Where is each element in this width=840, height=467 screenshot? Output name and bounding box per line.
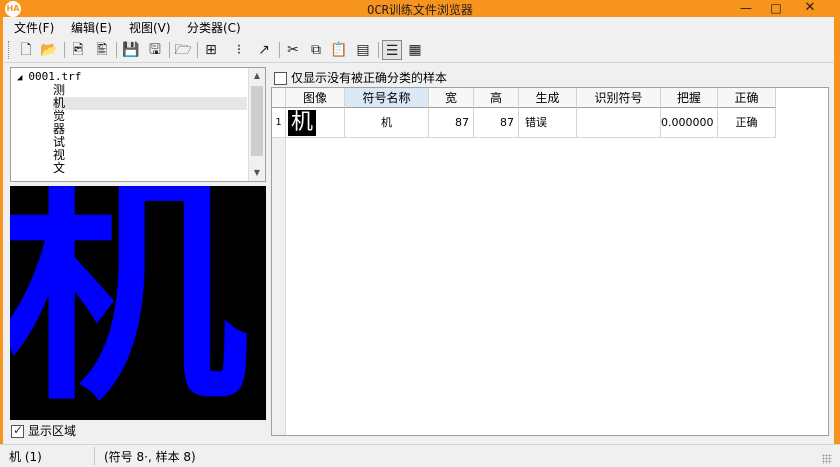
column-header[interactable]: 宽 bbox=[429, 88, 474, 108]
grid-view-icon[interactable]: ▦ bbox=[405, 40, 425, 60]
menu-file[interactable]: 文件(F) bbox=[14, 19, 54, 36]
recognized-cell[interactable] bbox=[577, 108, 661, 138]
column-header-selected[interactable]: 符号名称 bbox=[345, 88, 429, 108]
confidence-cell[interactable]: 0.000000 bbox=[661, 108, 718, 138]
toolbar-separator bbox=[279, 42, 280, 58]
character-preview: 机 bbox=[10, 186, 266, 420]
open-folder-icon[interactable]: 📂 bbox=[39, 40, 59, 60]
image-file-icon[interactable]: 🖻 bbox=[68, 40, 88, 60]
menu-edit[interactable]: 编辑(E) bbox=[71, 19, 112, 36]
add-item-icon[interactable]: ⊞ bbox=[201, 40, 221, 60]
row-header-area bbox=[272, 138, 286, 435]
menu-classifier[interactable]: 分类器(C) bbox=[187, 19, 241, 36]
resize-grip-icon[interactable] bbox=[822, 454, 832, 464]
row-header[interactable]: 1 bbox=[272, 108, 286, 138]
column-header[interactable]: 图像 bbox=[286, 88, 345, 108]
toolbar-separator bbox=[169, 42, 170, 58]
scroll-up-icon[interactable]: ▲ bbox=[249, 68, 265, 84]
folder-open-icon[interactable]: 🗁 bbox=[173, 40, 193, 60]
status-separator bbox=[94, 447, 95, 465]
menu-bar: 文件(F) 编辑(E) 视图(V) 分类器(C) bbox=[4, 17, 834, 37]
status-bar: 机 (1) (符号 8·, 样本 8) bbox=[0, 444, 840, 467]
tree-root-node[interactable]: ◢ 0001.trf bbox=[17, 70, 81, 83]
checkbox-icon[interactable] bbox=[274, 72, 287, 85]
collapse-arrow-icon[interactable]: ◢ bbox=[17, 73, 22, 83]
copy-icon[interactable]: ⧉ bbox=[306, 40, 326, 60]
abc-icon[interactable]: ⁝ bbox=[229, 40, 249, 60]
status-counts: (符号 8·, 样本 8) bbox=[104, 450, 196, 464]
toolbar-separator bbox=[197, 42, 198, 58]
connect-icon[interactable]: ↗ bbox=[254, 40, 274, 60]
filter-label: 仅显示没有被正确分类的样本 bbox=[291, 71, 448, 85]
height-cell[interactable]: 87 bbox=[474, 108, 519, 138]
column-header[interactable]: 生成 bbox=[519, 88, 577, 108]
maximize-button[interactable]: □ bbox=[765, 0, 787, 17]
window-title: OCR训练文件浏览器 bbox=[367, 3, 473, 17]
minimize-button[interactable]: — bbox=[735, 0, 757, 17]
toolbar: 🗋 📂 🖻 🖺 💾 🖫 🗁 ⊞ ⁝ ↗ ✂ ⧉ 📋 ▤ ☰ ▦ bbox=[4, 37, 834, 63]
toolbar-grip[interactable] bbox=[8, 41, 11, 59]
window-border-right bbox=[834, 17, 840, 444]
column-header[interactable]: 把握 bbox=[661, 88, 718, 108]
cut-icon[interactable]: ✂ bbox=[283, 40, 303, 60]
correct-cell[interactable]: 正确 bbox=[718, 108, 776, 138]
menu-view[interactable]: 视图(V) bbox=[129, 19, 171, 36]
close-button[interactable]: ✕ bbox=[790, 0, 830, 17]
column-header[interactable]: 识别符号 bbox=[577, 88, 661, 108]
column-header[interactable]: 高 bbox=[474, 88, 519, 108]
column-header[interactable]: 正确 bbox=[718, 88, 776, 108]
checkbox-icon[interactable] bbox=[11, 423, 24, 438]
filter-checkbox[interactable]: 仅显示没有被正确分类的样本 bbox=[274, 69, 447, 86]
window-border-left bbox=[0, 17, 3, 444]
preview-glyph: 机 bbox=[10, 186, 248, 420]
tree-root-label: 0001.trf bbox=[28, 70, 82, 83]
list-view-icon[interactable]: ☰ bbox=[382, 40, 402, 60]
save-icon[interactable]: 💾 bbox=[121, 40, 141, 60]
title-bar: HA OCR训练文件浏览器 — □ ✕ bbox=[0, 0, 840, 17]
tree-item-selected[interactable]: 机 bbox=[53, 97, 247, 110]
symbol-cell[interactable]: 机 bbox=[345, 108, 429, 138]
toolbar-separator bbox=[116, 42, 117, 58]
scroll-down-icon[interactable]: ▼ bbox=[249, 165, 265, 181]
properties-icon[interactable]: ▤ bbox=[353, 40, 373, 60]
image-cell[interactable]: 机 bbox=[286, 108, 345, 138]
new-file-icon[interactable]: 🗋 bbox=[16, 40, 36, 60]
scroll-thumb[interactable] bbox=[251, 86, 263, 156]
paste-icon[interactable]: 📋 bbox=[329, 40, 349, 60]
sample-table: 图像 符号名称 宽 高 生成 识别符号 把握 正确 1 机 机 87 87 错误… bbox=[271, 87, 829, 436]
show-region-checkbox[interactable]: 显示区域 bbox=[11, 422, 76, 438]
image-edit-icon[interactable]: 🖺 bbox=[92, 40, 112, 60]
table-corner bbox=[272, 88, 286, 108]
sample-tree[interactable]: ◢ 0001.trf 测 机 觉 器 试 视 文 ▲ ▼ bbox=[10, 67, 266, 182]
sample-thumbnail: 机 bbox=[288, 110, 316, 136]
tree-scrollbar[interactable]: ▲ ▼ bbox=[248, 68, 265, 181]
generated-cell[interactable]: 错误 bbox=[519, 108, 577, 138]
toolbar-separator bbox=[378, 42, 379, 58]
save-all-icon[interactable]: 🖫 bbox=[145, 40, 165, 60]
show-region-label: 显示区域 bbox=[28, 424, 77, 438]
width-cell[interactable]: 87 bbox=[429, 108, 474, 138]
tree-item[interactable]: 文 bbox=[53, 162, 65, 175]
status-selection: 机 (1) bbox=[9, 450, 42, 464]
toolbar-separator bbox=[64, 42, 65, 58]
